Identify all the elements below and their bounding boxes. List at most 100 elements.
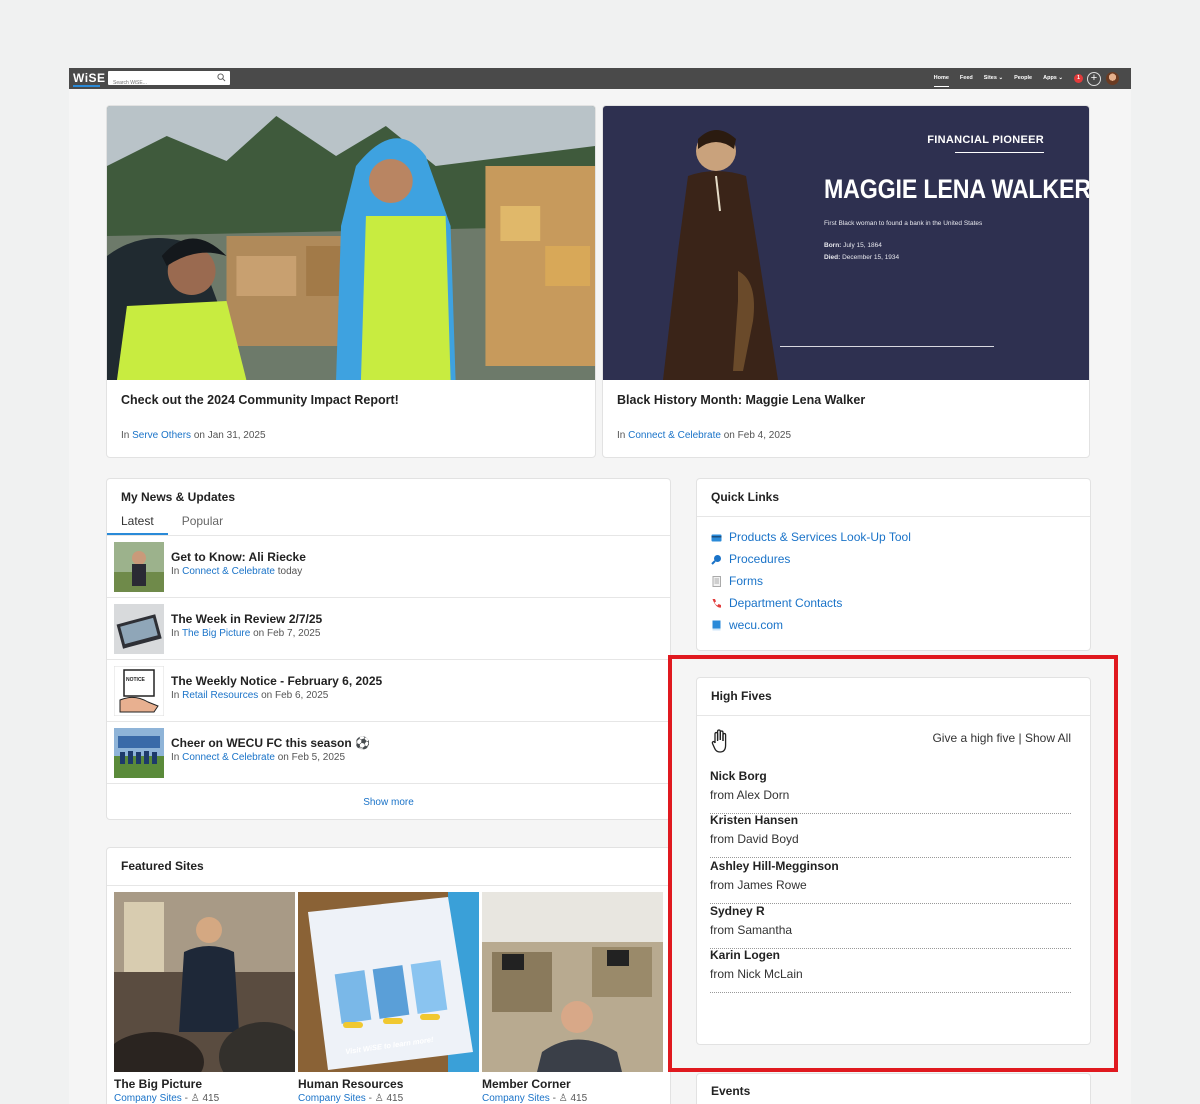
site-category-link[interactable]: Company Sites bbox=[114, 1093, 182, 1104]
site-category-link[interactable]: Company Sites bbox=[298, 1093, 366, 1104]
document-icon bbox=[712, 575, 721, 587]
site-tile-big-picture[interactable] bbox=[114, 892, 295, 1072]
quick-link-procedures[interactable]: Procedures bbox=[711, 552, 790, 566]
meta-date: on Feb 5, 2025 bbox=[277, 752, 346, 763]
nav-apps[interactable]: Apps ⌄ bbox=[1043, 68, 1063, 89]
meta-site-link[interactable]: Connect & Celebrate bbox=[182, 752, 275, 763]
quick-link-label: Forms bbox=[729, 574, 763, 588]
avatar[interactable] bbox=[1106, 72, 1119, 85]
meta-site-link[interactable]: Serve Others bbox=[132, 430, 191, 441]
news-panel: My News & Updates Latest Popular Get to … bbox=[106, 478, 671, 820]
chevron-down-icon: ⌄ bbox=[1058, 75, 1063, 81]
hero-meta: In Connect & Celebrate on Feb 4, 2025 bbox=[617, 430, 791, 441]
site-name[interactable]: Member Corner bbox=[482, 1077, 571, 1091]
hero-title[interactable]: Black History Month: Maggie Lena Walker bbox=[617, 393, 865, 407]
meta-prefix: In bbox=[121, 430, 130, 441]
plus-icon[interactable]: + bbox=[1087, 71, 1101, 86]
site-tile-member-corner[interactable] bbox=[482, 892, 663, 1072]
meta-prefix: In bbox=[617, 430, 626, 441]
search-box[interactable] bbox=[108, 71, 230, 90]
hero-meta: In Serve Others on Jan 31, 2025 bbox=[121, 430, 266, 441]
members-icon: ♙ bbox=[558, 1093, 568, 1104]
quick-link-label: Procedures bbox=[729, 552, 791, 566]
quick-link-products[interactable]: Products & Services Look-Up Tool bbox=[711, 530, 911, 544]
site-category-link[interactable]: Company Sites bbox=[482, 1093, 550, 1104]
show-more-link[interactable]: Show more bbox=[107, 797, 670, 808]
quick-link-forms[interactable]: Forms bbox=[711, 574, 763, 588]
site-meta: Company Sites - ♙ 415 bbox=[114, 1093, 219, 1104]
wise-logo[interactable]: WiSE bbox=[73, 71, 106, 85]
meta-date: on Feb 4, 2025 bbox=[723, 430, 792, 441]
list-item[interactable]: The Week in Review 2/7/25 In The Big Pic… bbox=[107, 598, 670, 660]
meta-site-link[interactable]: Connect & Celebrate bbox=[182, 566, 275, 577]
banner-kicker: FINANCIAL PIONEER bbox=[927, 134, 1044, 146]
tab-popular[interactable]: Popular bbox=[168, 513, 237, 535]
banner-divider bbox=[780, 346, 994, 347]
magnifier-icon bbox=[711, 554, 721, 565]
quick-link-wecu[interactable]: wecu.com bbox=[711, 618, 783, 632]
news-title[interactable]: Get to Know: Ali Riecke bbox=[171, 550, 306, 564]
portrait-image bbox=[663, 130, 778, 380]
featured-sites-divider bbox=[107, 885, 670, 886]
meta-date: on Jan 31, 2025 bbox=[193, 430, 266, 441]
member-count: 415 bbox=[570, 1093, 588, 1104]
top-navigation-bar: WiSE Home Feed Sites ⌄ People Apps ⌄ 1 + bbox=[69, 68, 1131, 90]
chevron-down-icon: ⌄ bbox=[998, 75, 1004, 81]
hero-card-community-impact[interactable]: Check out the 2024 Community Impact Repo… bbox=[106, 105, 596, 458]
news-meta: In The Big Picture on Feb 7, 2025 bbox=[171, 628, 320, 639]
meta-date: on Feb 7, 2025 bbox=[253, 628, 321, 639]
banner-born: Born: July 15, 1864 bbox=[824, 242, 882, 249]
show-more-label: Show more bbox=[363, 797, 414, 808]
nav-people[interactable]: People bbox=[1014, 68, 1032, 89]
nav-sites[interactable]: Sites ⌄ bbox=[984, 68, 1003, 89]
list-item[interactable]: Cheer on WECU FC this season ⚽ In Connec… bbox=[107, 722, 670, 784]
hero-card-maggie-walker[interactable]: FINANCIAL PIONEER MAGGIE LENA WALKER Fir… bbox=[602, 105, 1090, 458]
tab-latest[interactable]: Latest bbox=[107, 513, 168, 535]
nav-home[interactable]: Home bbox=[933, 68, 950, 89]
featured-sites-title: Featured Sites bbox=[121, 859, 204, 873]
banner-died: Died: December 15, 1934 bbox=[824, 254, 899, 261]
nav-feed[interactable]: Feed bbox=[960, 68, 973, 89]
news-thumbnail bbox=[114, 604, 164, 654]
news-title[interactable]: The Week in Review 2/7/25 bbox=[171, 612, 322, 626]
meta-date: today bbox=[277, 566, 303, 577]
kicker-underline bbox=[955, 152, 1044, 153]
maggie-walker-banner: FINANCIAL PIONEER MAGGIE LENA WALKER Fir… bbox=[603, 106, 1089, 380]
search-icon[interactable] bbox=[217, 73, 226, 82]
quick-link-label: Products & Services Look-Up Tool bbox=[729, 530, 911, 544]
news-tabs: Latest Popular bbox=[107, 513, 237, 535]
members-icon: ♙ bbox=[374, 1093, 384, 1104]
quick-link-label: wecu.com bbox=[729, 618, 784, 632]
events-title: Events bbox=[711, 1084, 751, 1098]
volunteers-photo bbox=[107, 106, 595, 380]
meta-dash: - bbox=[552, 1093, 556, 1104]
news-title-text: Cheer on WECU FC this season bbox=[171, 736, 352, 750]
member-count: 415 bbox=[202, 1093, 220, 1104]
meta-prefix: In bbox=[171, 752, 180, 763]
meta-dash: - bbox=[368, 1093, 372, 1104]
featured-sites-panel: Featured Sites Visit WiSE to learn more! bbox=[106, 847, 671, 1104]
members-icon: ♙ bbox=[190, 1093, 200, 1104]
member-count: 415 bbox=[386, 1093, 404, 1104]
hero-title[interactable]: Check out the 2024 Community Impact Repo… bbox=[121, 393, 399, 407]
meta-site-link[interactable]: Retail Resources bbox=[182, 690, 258, 701]
news-title[interactable]: The Weekly Notice - February 6, 2025 bbox=[171, 674, 382, 688]
meta-site-link[interactable]: Connect & Celebrate bbox=[628, 430, 721, 441]
nav-apps-label: Apps bbox=[1043, 75, 1057, 81]
site-name[interactable]: The Big Picture bbox=[114, 1077, 202, 1091]
news-thumbnail bbox=[114, 728, 164, 778]
list-item[interactable]: Get to Know: Ali Riecke In Connect & Cel… bbox=[107, 536, 670, 598]
soccer-ball-icon: ⚽ bbox=[355, 736, 370, 750]
meta-site-link[interactable]: The Big Picture bbox=[182, 628, 250, 639]
banner-description: First Black woman to found a bank in the… bbox=[824, 220, 983, 227]
site-name[interactable]: Human Resources bbox=[298, 1077, 403, 1091]
book-icon bbox=[712, 620, 721, 630]
search-input[interactable] bbox=[108, 76, 213, 90]
notification-badge[interactable]: 1 bbox=[1074, 74, 1083, 83]
quick-link-contacts[interactable]: Department Contacts bbox=[711, 596, 842, 610]
news-title[interactable]: Cheer on WECU FC this season ⚽ bbox=[171, 736, 370, 750]
nav-sites-label: Sites bbox=[983, 75, 997, 81]
banner-name: MAGGIE LENA WALKER bbox=[824, 174, 1090, 204]
born-value: July 15, 1864 bbox=[843, 242, 882, 249]
list-item[interactable]: NOTICE The Weekly Notice - February 6, 2… bbox=[107, 660, 670, 722]
